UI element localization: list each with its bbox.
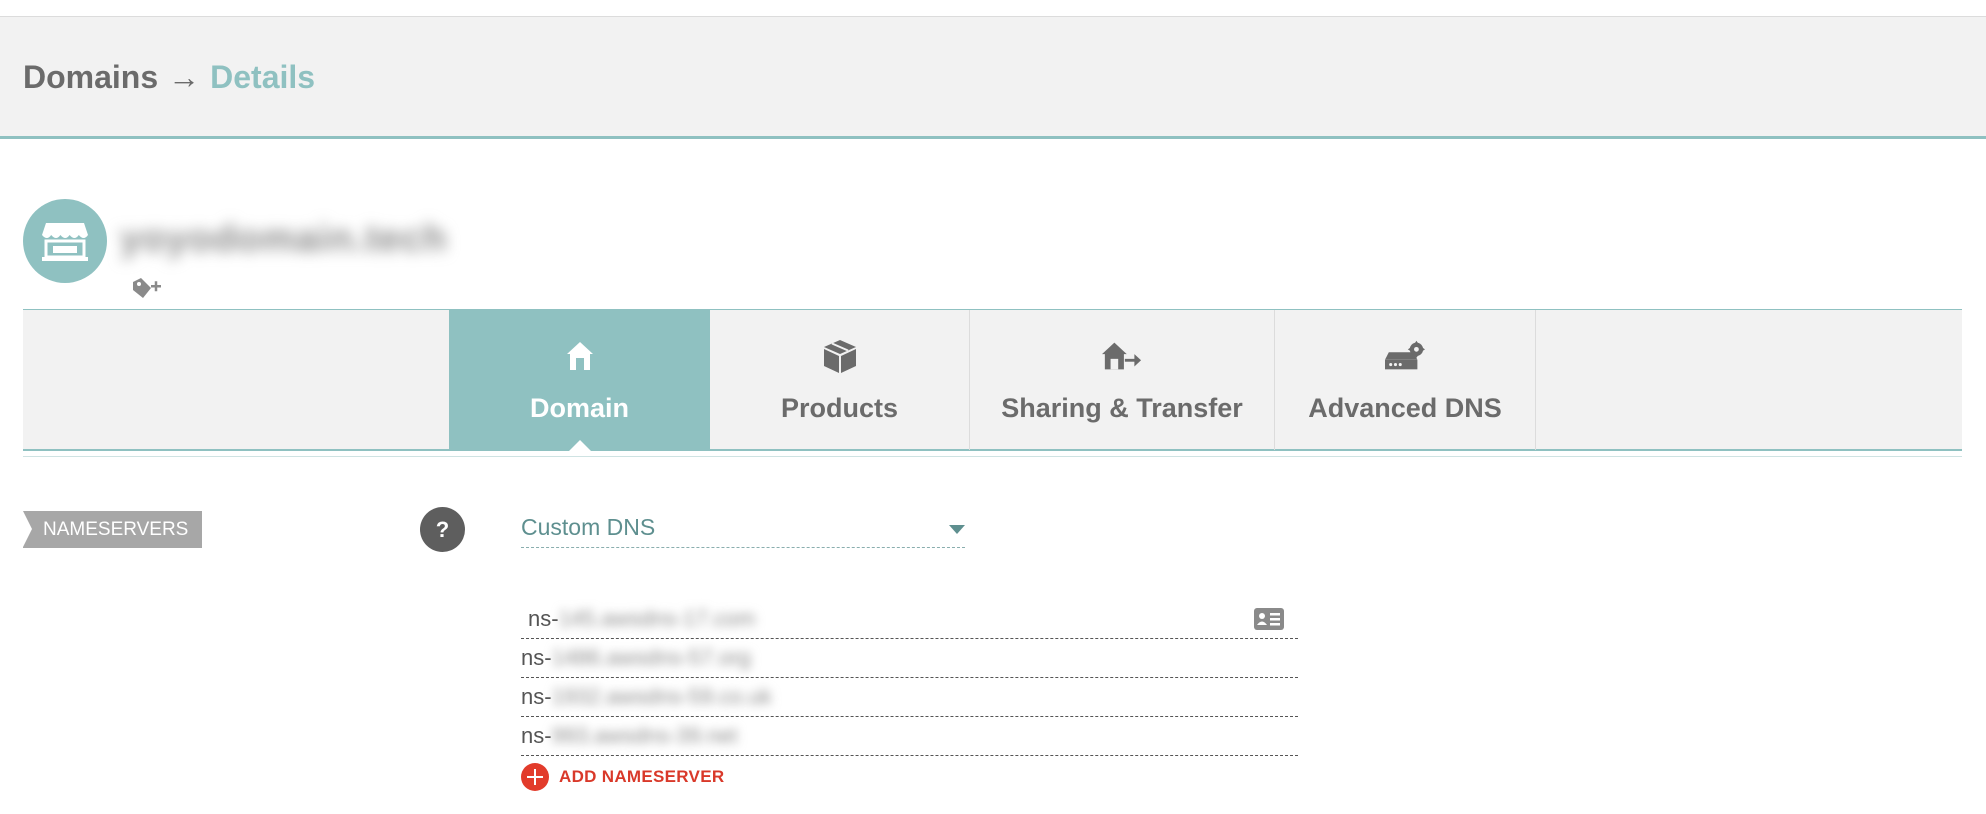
- tab-advanced-dns[interactable]: Advanced DNS: [1275, 310, 1536, 450]
- breadcrumb-current: Details: [210, 59, 316, 95]
- nameserver-value: 993.awsdns-39.net: [551, 723, 738, 748]
- breadcrumb-separator: →: [168, 59, 201, 95]
- nameserver-prefix: ns-: [528, 606, 559, 631]
- dns-type-select[interactable]: Custom DNS: [521, 510, 965, 548]
- help-button[interactable]: ?: [420, 507, 465, 552]
- nameservers-section-label: NAMESERVERS: [23, 511, 203, 548]
- nameserver-value: 145.awsdns-17.com: [558, 606, 756, 631]
- tab-domain-label: Domain: [529, 393, 629, 423]
- tab-sharing-label: Sharing & Transfer: [1001, 393, 1243, 423]
- nameserver-field[interactable]: ns- 145.awsdns-17.com: [521, 600, 1298, 639]
- add-circle-icon: [521, 763, 549, 791]
- tab-domain[interactable]: Domain: [449, 310, 710, 450]
- nameserver-value: 1486.awsdns-57.org: [551, 645, 751, 670]
- tab-products-label: Products: [780, 393, 899, 423]
- add-nameserver-button[interactable]: ADD NAMESERVER: [521, 763, 724, 791]
- tab-sharing-transfer[interactable]: Sharing & Transfer: [970, 310, 1275, 450]
- domain-name: yoyodomain.tech: [120, 218, 448, 260]
- house-transfer-icon: [1102, 336, 1142, 376]
- breadcrumb: Domains → Details: [23, 59, 315, 96]
- dns-type-value: Custom DNS: [521, 514, 656, 540]
- server-gear-icon: [1385, 336, 1425, 376]
- nameserver-list: ns- 145.awsdns-17.com ns- 1486.awsdns-57…: [521, 600, 1298, 756]
- nameserver-prefix: ns-: [521, 684, 552, 709]
- chevron-down-icon: [949, 525, 965, 534]
- nameserver-value: 1932.awsdns-59.co.uk: [551, 684, 772, 709]
- tab-advanced-label: Advanced DNS: [1308, 393, 1502, 423]
- contact-card-icon[interactable]: [1254, 608, 1284, 630]
- breadcrumb-domains-link[interactable]: Domains: [23, 59, 158, 96]
- nameserver-field[interactable]: ns- 1486.awsdns-57.org: [521, 639, 1298, 678]
- domain-avatar: [23, 199, 107, 283]
- tag-add-icon[interactable]: [131, 276, 163, 300]
- nameserver-field[interactable]: ns- 1932.awsdns-59.co.uk: [521, 678, 1298, 717]
- tab-divider: [23, 456, 1962, 457]
- nameserver-prefix: ns-: [521, 723, 552, 748]
- page-header: Domains → Details: [0, 17, 1986, 139]
- tab-bar: Domain Products Sharing & Transfer Advan…: [23, 309, 1962, 451]
- box-icon: [820, 336, 860, 376]
- tab-products[interactable]: Products: [710, 310, 970, 450]
- storefront-icon: [42, 223, 88, 261]
- nameserver-field[interactable]: ns- 993.awsdns-39.net: [521, 717, 1298, 756]
- house-icon: [560, 336, 600, 376]
- add-nameserver-label: ADD NAMESERVER: [559, 767, 725, 786]
- nameserver-prefix: ns-: [521, 645, 552, 670]
